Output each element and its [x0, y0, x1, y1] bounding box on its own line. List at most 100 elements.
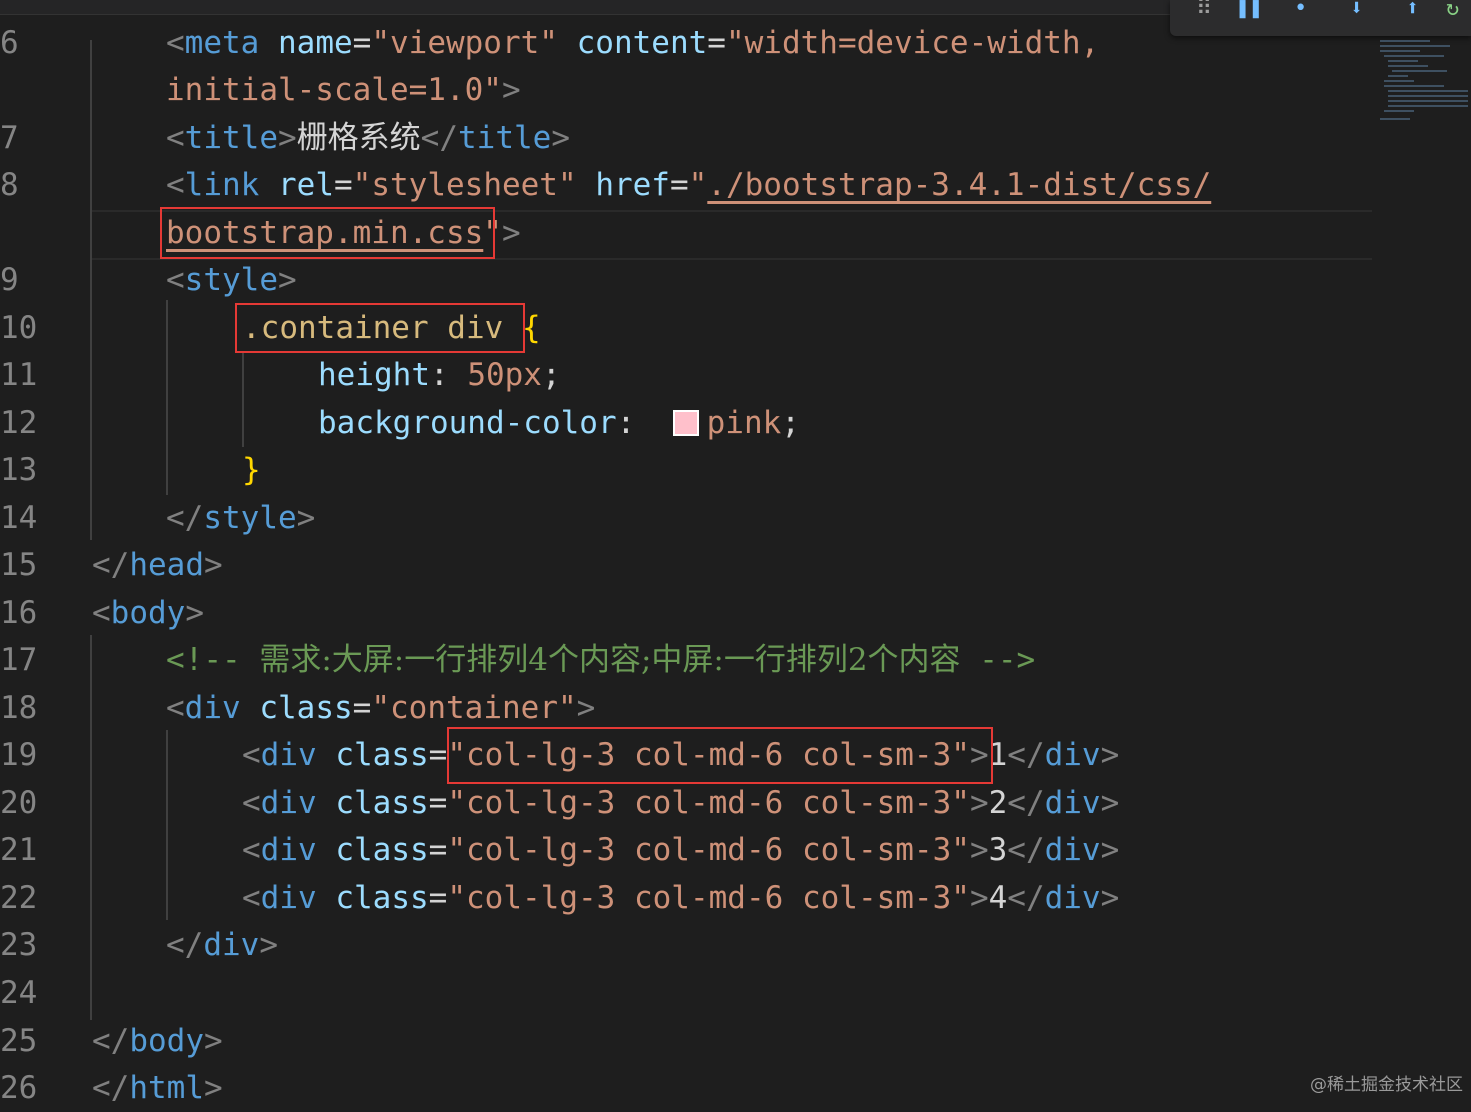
code-token: > — [551, 120, 570, 156]
code-token: > — [501, 215, 521, 251]
step-out-icon[interactable]: ⬆ — [1406, 0, 1419, 20]
code-token: .container div — [242, 310, 504, 346]
code-token: 50px — [467, 357, 542, 393]
color-swatch — [672, 410, 699, 436]
minimap[interactable] — [1374, 36, 1471, 126]
code-token: background-color — [318, 405, 617, 441]
code-token: > — [278, 262, 297, 298]
code-text: </head> — [92, 542, 223, 589]
minimap-line — [1380, 50, 1420, 52]
code-token: </ — [1007, 832, 1045, 868]
code-token: < — [166, 120, 185, 156]
restart-icon[interactable]: ↻ — [1446, 0, 1459, 20]
code-text: <style> — [166, 257, 297, 304]
minimap-line — [1384, 110, 1414, 112]
line-number: 14 — [0, 500, 38, 536]
code-token: = — [428, 785, 448, 821]
code-token: = — [428, 880, 448, 916]
minimap-line — [1388, 90, 1468, 92]
minimap-line — [1380, 45, 1450, 47]
drag-handle-icon[interactable]: ⠿ — [1196, 0, 1212, 20]
code-token: > — [203, 547, 223, 583]
code-token: < — [166, 167, 185, 203]
code-token: < — [242, 737, 261, 773]
line-number: 25 — [0, 1023, 38, 1059]
code-token: > — [969, 880, 989, 916]
line-number: 10 — [0, 310, 38, 346]
minimap-line — [1380, 40, 1430, 42]
code-token: < — [242, 785, 261, 821]
code-text: </div> — [166, 922, 278, 969]
code-text: </body> — [92, 1018, 223, 1065]
line-number: 15 — [0, 547, 38, 583]
code-token: div — [260, 880, 317, 916]
code-token: > — [1100, 737, 1120, 773]
code-token: " — [688, 167, 708, 203]
code-token: style — [184, 262, 278, 298]
code-token: < — [166, 262, 185, 298]
code-token: height — [318, 357, 430, 393]
code-token: > — [1100, 785, 1120, 821]
code-token: class — [335, 785, 429, 821]
code-token: div — [1044, 785, 1101, 821]
code-token: </ — [1007, 880, 1045, 916]
code-token: 3 — [988, 832, 1008, 868]
code-text: <body> — [92, 590, 204, 637]
code-token: = — [428, 737, 448, 773]
code-token: > — [203, 1023, 223, 1059]
code-token: = — [669, 167, 689, 203]
code-text: <div class="col-lg-3 col-md-6 col-sm-3">… — [242, 875, 1119, 922]
code-token: style — [203, 500, 297, 536]
code-token: div — [260, 832, 317, 868]
code-token: "stylesheet" — [352, 167, 577, 203]
code-text: <link rel="stylesheet" href="./bootstrap… — [166, 162, 1211, 209]
code-token: </ — [92, 1070, 130, 1106]
minimap-line — [1388, 100, 1468, 102]
step-over-icon[interactable]: • — [1294, 0, 1307, 20]
code-token: > — [278, 120, 297, 156]
code-token: > — [501, 72, 521, 108]
code-token: < — [166, 25, 185, 61]
code-token: < — [242, 832, 261, 868]
minimap-line — [1380, 118, 1410, 120]
line-number: 12 — [0, 405, 38, 441]
code-text: initial-scale=1.0"> — [166, 67, 521, 114]
code-token: </ — [166, 500, 204, 536]
line-number: 11 — [0, 357, 38, 393]
code-token: div — [203, 927, 260, 963]
code-token: </ — [92, 1023, 130, 1059]
code-token: class — [335, 832, 429, 868]
code-token: div — [260, 737, 317, 773]
code-token: meta — [184, 25, 260, 61]
code-text: <div class="container"> — [166, 685, 595, 732]
code-token: = — [352, 25, 372, 61]
code-token: > — [185, 595, 204, 631]
code-token: "width=device-width, — [725, 25, 1100, 61]
code-token: head — [129, 547, 204, 583]
code-token: < — [92, 595, 111, 631]
code-token: <!-- — [166, 642, 260, 678]
indent-guide — [90, 635, 92, 1020]
step-into-icon[interactable]: ⬇ — [1350, 0, 1363, 20]
code-token: " — [483, 215, 502, 251]
code-token: body — [110, 595, 186, 631]
code-token: "col-lg-3 col-md-6 col-sm-3" — [447, 785, 970, 821]
code-token: : — [429, 357, 468, 393]
code-token: 4 — [988, 880, 1008, 916]
code-text: <!-- 需求:大屏:一行排列4个内容;中屏:一行排列2个内容 --> — [166, 637, 1035, 684]
minimap-line — [1388, 105, 1468, 107]
code-token: --> — [960, 642, 1036, 678]
minimap-line — [1384, 80, 1414, 82]
line-number: 16 — [0, 595, 38, 631]
code-token: </ — [420, 120, 458, 156]
pause-icon[interactable]: ❚❚ — [1236, 0, 1263, 20]
indent-guide — [166, 730, 168, 920]
code-token: name — [278, 25, 353, 61]
line-number: 6 — [0, 25, 19, 61]
line-number: 22 — [0, 880, 38, 916]
code-token: class — [259, 690, 353, 726]
code-token: ; — [541, 357, 561, 393]
